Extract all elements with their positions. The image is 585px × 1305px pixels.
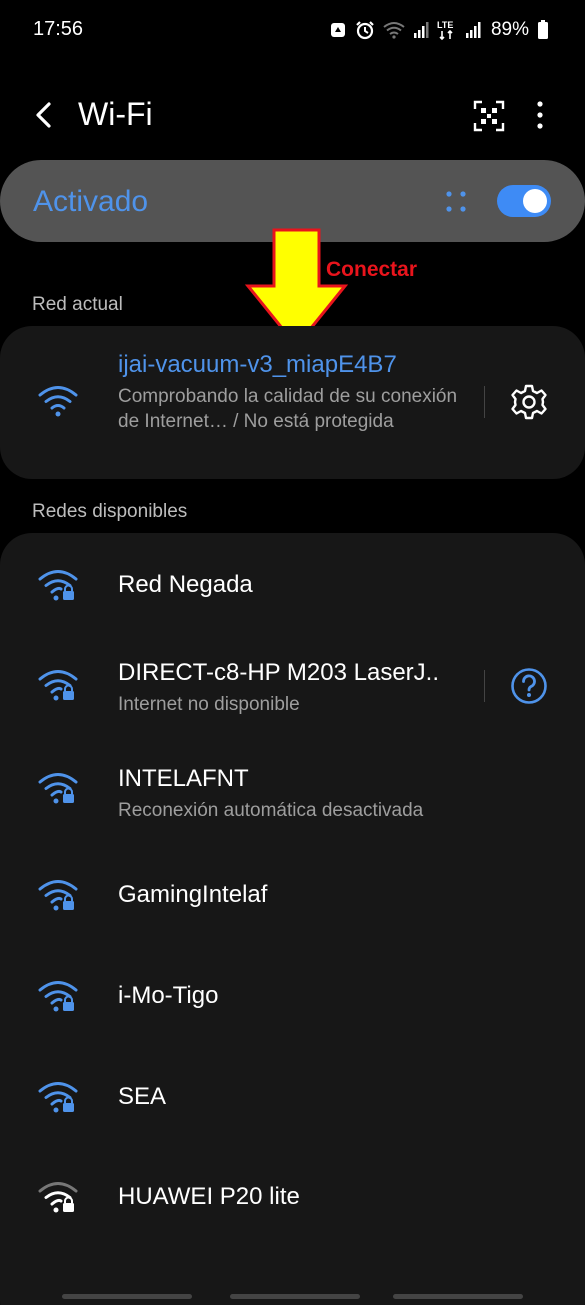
network-name: SEA — [118, 1083, 167, 1110]
current-network-name: ijai-vacuum-v3_miapE4B7 — [118, 351, 397, 378]
app-bar: Wi-Fi — [0, 80, 585, 150]
nav-hint-right — [393, 1294, 523, 1299]
wifi-lock-icon — [38, 570, 78, 601]
svg-text:LTE: LTE — [437, 20, 453, 30]
qr-code-icon[interactable] — [472, 99, 506, 133]
network-name: i-Mo-Tigo — [118, 982, 219, 1009]
chevron-left-icon[interactable] — [28, 98, 62, 132]
network-row[interactable]: Red Negada — [0, 533, 585, 633]
wifi-lock-icon — [38, 670, 78, 701]
network-name: DIRECT-c8-HP M203 LaserJ.. — [118, 659, 439, 686]
available-networks-list: Red Negada DIRECT-c8-HP M203 LaserJ.. In… — [0, 533, 585, 1305]
wifi-lock-icon — [38, 1182, 78, 1213]
status-time: 17:56 — [33, 18, 84, 40]
recycle-icon — [330, 23, 345, 37]
network-row[interactable]: i-Mo-Tigo — [0, 944, 585, 1044]
network-row[interactable]: GamingIntelaf — [0, 843, 585, 943]
network-subtitle: Reconexión automática desactivada — [118, 800, 424, 821]
network-subtitle: Internet no disponible — [118, 694, 300, 715]
signal-icon — [413, 22, 429, 38]
wifi-toggle[interactable] — [497, 185, 551, 217]
more-vertical-icon[interactable] — [528, 98, 552, 132]
wifi-status-icon — [383, 22, 405, 39]
wifi-lock-icon — [38, 981, 78, 1012]
gear-icon[interactable] — [510, 383, 548, 421]
lte-icon: LTE — [437, 20, 453, 41]
wifi-icon — [38, 386, 78, 417]
network-row[interactable]: HUAWEI P20 lite — [0, 1146, 585, 1246]
network-row[interactable]: DIRECT-c8-HP M203 LaserJ.. Internet no d… — [0, 633, 585, 733]
current-network-header: Red actual — [32, 294, 123, 315]
wifi-lock-icon — [38, 880, 78, 911]
alarm-icon — [356, 21, 374, 40]
toggle-knob — [523, 189, 547, 213]
status-icons: LTE 89% — [329, 18, 549, 42]
wifi-lock-icon — [38, 1082, 78, 1113]
battery-icon — [538, 20, 548, 39]
network-row[interactable]: SEA — [0, 1045, 585, 1145]
status-bar: 17:56 LTE 89% — [0, 0, 585, 60]
current-network-card[interactable]: ijai-vacuum-v3_miapE4B7 Comprobando la c… — [0, 326, 585, 479]
divider — [484, 670, 485, 702]
network-name: INTELAFNT — [118, 765, 249, 792]
available-networks-header: Redes disponibles — [32, 501, 188, 522]
help-icon[interactable] — [510, 667, 548, 705]
nav-hint-center — [230, 1294, 360, 1299]
page-title: Wi-Fi — [78, 96, 153, 132]
network-name: GamingIntelaf — [118, 881, 268, 908]
wifi-lock-icon — [38, 773, 78, 804]
network-name: HUAWEI P20 lite — [118, 1183, 300, 1210]
nav-hint-left — [62, 1294, 192, 1299]
battery-percent: 89% — [490, 19, 529, 40]
divider — [484, 386, 485, 418]
current-network-status: Comprobando la calidad de su conexión de… — [118, 386, 458, 432]
network-row[interactable]: INTELAFNT Reconexión automática desactiv… — [0, 733, 585, 833]
master-switch-label: Activado — [33, 185, 149, 218]
network-name: Red Negada — [118, 571, 253, 598]
annotation-label: Conectar — [326, 258, 418, 281]
dots-grid-icon[interactable] — [442, 188, 472, 216]
signal-icon-2 — [465, 22, 481, 38]
